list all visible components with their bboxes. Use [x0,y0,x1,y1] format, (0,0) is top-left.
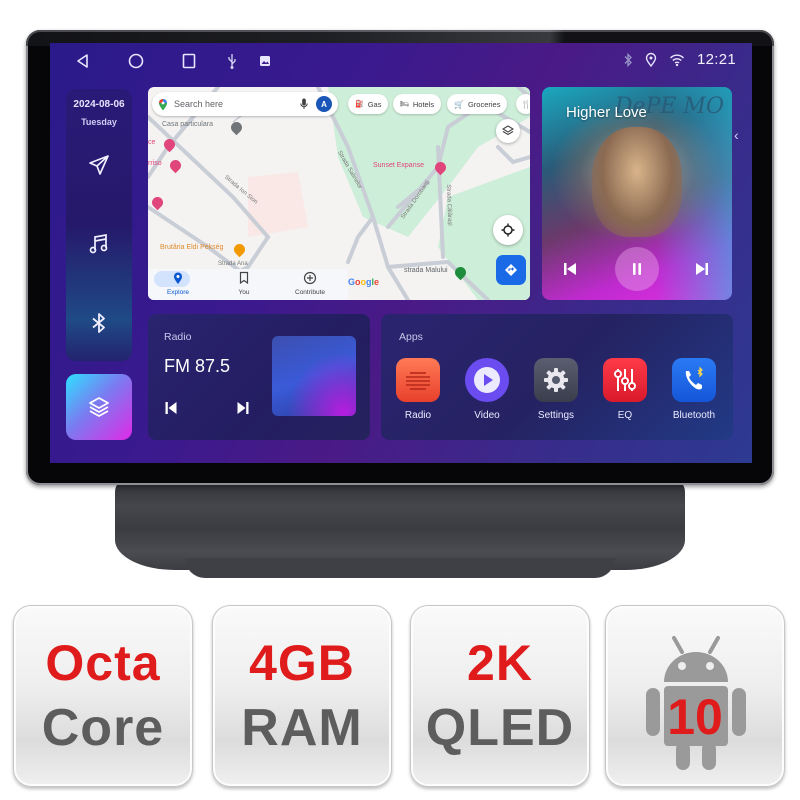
radio-next-icon[interactable] [236,401,250,415]
place-label[interactable]: Casa particulara [162,121,213,128]
app-radio[interactable]: Radio [388,358,448,421]
tab-you[interactable]: You [214,271,274,296]
account-avatar[interactable]: A [316,96,332,112]
radio-visualizer [272,336,356,416]
bluetooth-icon [624,52,632,67]
music-icon[interactable] [87,232,111,256]
explore-pin-icon [174,272,182,284]
cart-icon: 🛒 [454,99,464,109]
status-bar: 12:21 [50,43,752,79]
badge-bottom-text: QLED [425,699,575,757]
app-video[interactable]: Video [457,358,517,421]
settings-app-icon [534,358,578,402]
skip-next-icon [696,263,708,275]
radio-previous-icon[interactable] [164,401,178,415]
side-dock: 2024-08-06 Tuesday [66,89,132,361]
map-bottom-nav: Explore You Contribute [148,269,348,300]
play-pause-button[interactable] [615,247,659,291]
dock-date: 2024-08-06 [73,99,125,110]
next-track-button[interactable] [688,247,716,291]
place-label[interactable]: ce [148,139,155,146]
recents-icon[interactable] [180,52,198,70]
badge-octa-core: Octa Core [13,605,193,787]
badge-top-text: Octa [45,635,161,691]
active-pill [154,271,190,287]
place-label[interactable]: strada Malului [404,267,448,274]
clock: 12:21 [696,51,736,68]
music-player-widget[interactable]: DePE MO Higher Love [542,87,732,300]
place-label[interactable]: rriso [148,160,162,167]
bed-icon: 🛏 [400,101,409,108]
back-icon[interactable] [74,52,92,70]
tab-explore[interactable]: Explore [148,271,208,296]
wifi-icon [669,54,684,66]
badge-android-version: 10 [605,605,785,787]
directions-button[interactable] [496,255,526,285]
navigation-icon[interactable] [87,153,111,177]
apps-drawer-button[interactable] [66,374,132,440]
app-bluetooth[interactable]: Bluetooth [664,358,724,421]
chip-hotels[interactable]: 🛏 Hotels [393,94,442,114]
head-unit-screen: 12:21 2024-08-06 Tuesday Search here A ⛽… [50,43,752,463]
fork-knife-icon: 🍴 [521,99,530,109]
google-maps-pin-icon [159,98,167,110]
microphone-icon[interactable] [300,98,308,110]
gas-station-icon: ⛽ [355,101,364,108]
badge-top-text: 4GB [249,635,355,691]
bluetooth-icon[interactable] [87,311,111,335]
album-art [592,127,682,237]
badge-bottom-text: RAM [241,699,363,757]
image-icon [260,56,270,66]
android-version-number: 10 [667,689,723,745]
map-widget[interactable]: Search here A ⛽ Gas 🛏 Hotels 🛒 Groceries 🍴 … [148,87,530,300]
bluetooth-phone-app-icon [672,358,716,402]
bookmark-icon [239,271,249,285]
app-settings[interactable]: Settings [526,358,586,421]
map-layers-button[interactable] [496,119,520,143]
pause-icon [633,263,641,275]
layers-icon [89,397,109,417]
app-eq[interactable]: EQ [595,358,655,421]
sound-wave-icon [294,357,334,395]
video-app-icon [465,358,509,402]
badge-2k-qled: 2K QLED [410,605,590,787]
badge-bottom-text: Core [41,699,165,757]
radio-frequency: FM 87.5 [164,356,231,376]
radio-app-icon [396,358,440,402]
search-input[interactable]: Search here [174,99,300,109]
usb-icon [228,54,236,69]
directions-icon [505,264,517,276]
chip-gas[interactable]: ⛽ Gas [348,94,389,114]
skip-previous-icon [564,263,576,275]
crosshair-icon [501,223,515,237]
chip-groceries[interactable]: 🛒 Groceries [447,94,508,114]
location-icon [645,52,657,67]
dock-day: Tuesday [81,117,117,127]
song-title: Higher Love [566,104,647,121]
badge-4gb-ram: 4GB RAM [212,605,392,787]
add-circle-icon [303,271,317,285]
google-attribution: Google [348,277,380,287]
radio-widget[interactable]: Radio FM 87.5 [148,314,370,440]
radio-title: Radio [164,331,192,343]
street-label: Strada Ana [218,261,248,267]
apps-title: Apps [399,331,423,343]
home-icon[interactable] [127,52,145,70]
layers-icon [502,125,514,136]
previous-track-button[interactable] [556,247,584,291]
chip-restaurants[interactable]: 🍴 [516,94,530,114]
eq-app-icon [603,358,647,402]
badge-top-text: 2K [467,635,533,691]
map-search-bar[interactable]: Search here A [152,92,338,116]
tab-contribute[interactable]: Contribute [280,271,340,296]
device-stand [115,478,685,578]
collapse-panel-icon[interactable]: ‹ [734,127,739,143]
place-label[interactable]: Brutăria Eldi Pékség [160,244,223,251]
my-location-button[interactable] [493,215,523,245]
system-tray: 12:21 [623,51,736,68]
place-label[interactable]: Sunset Expanse [373,162,424,169]
apps-widget: Apps Radio Video Settings EQ Bluetooth [381,314,733,440]
